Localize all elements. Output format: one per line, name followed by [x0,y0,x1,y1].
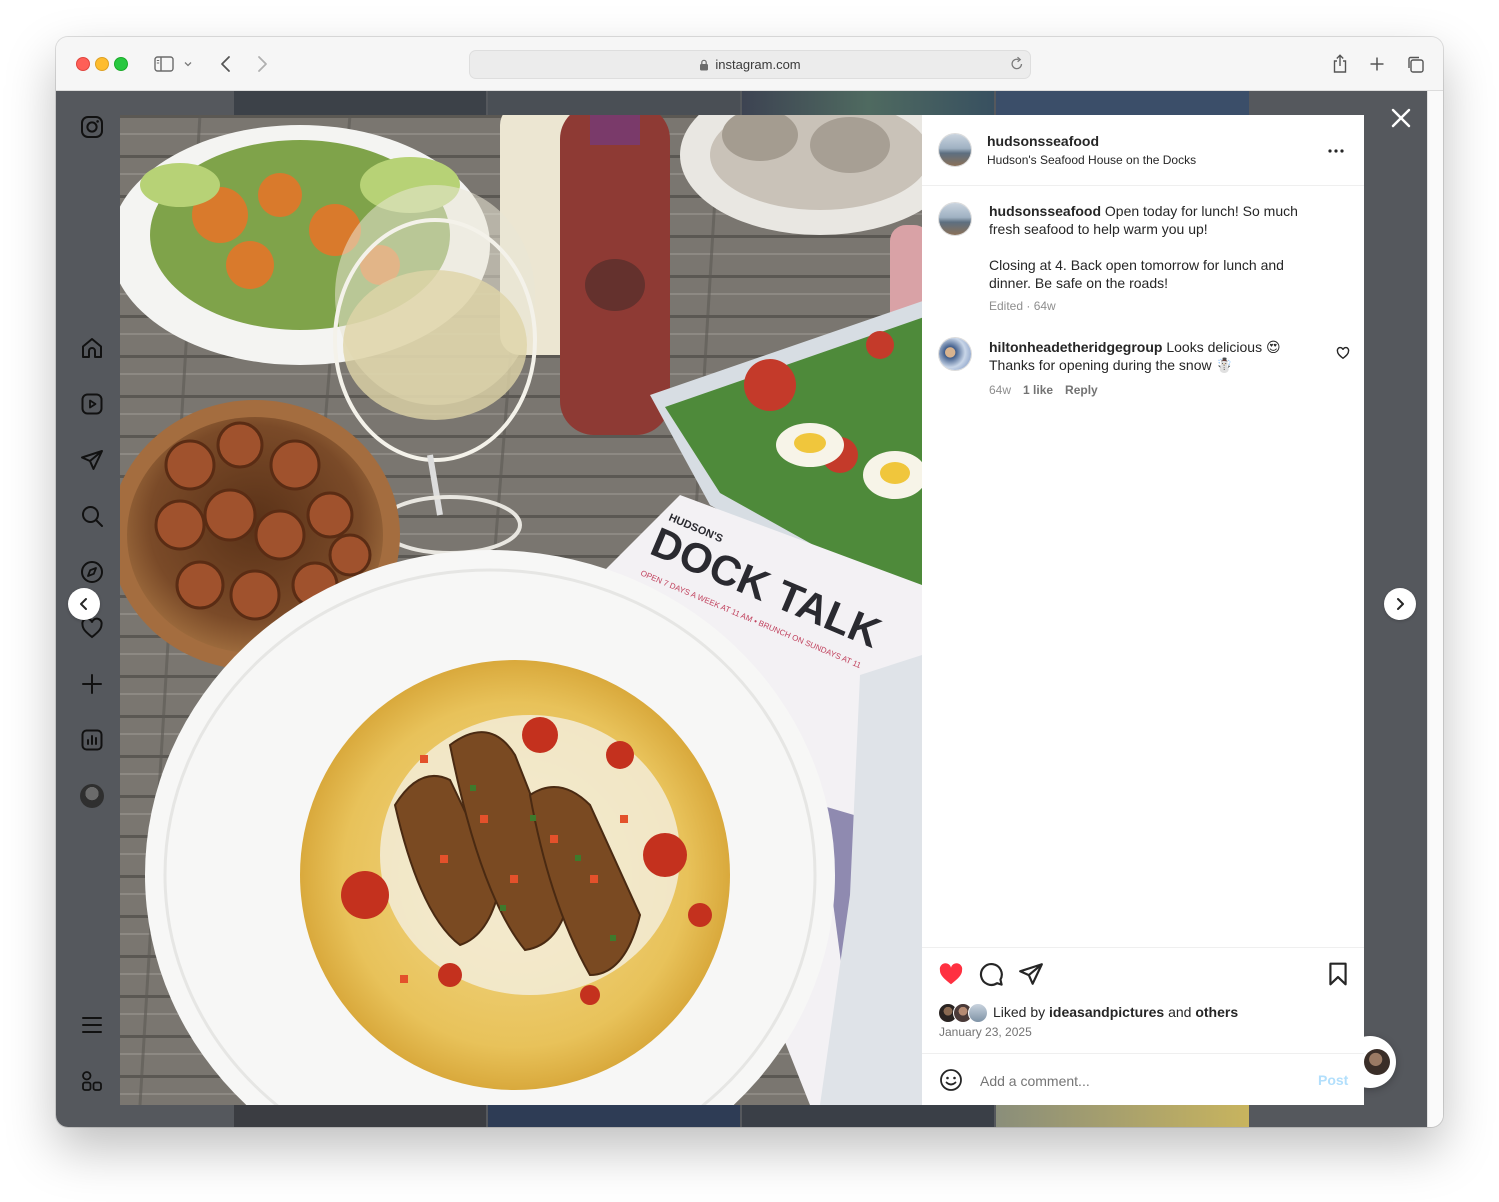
minimize-window-button[interactable] [95,57,109,71]
liked-by-prefix: Liked by [993,1004,1046,1020]
comment-text-line1: Looks delicious 😍 [1166,339,1281,355]
comment-age: 64w [989,383,1012,397]
post-header: hudsonsseafood Hudson's Seafood House on… [922,115,1364,186]
post-date[interactable]: January 23, 2025 [939,1025,1032,1039]
instagram-logo-icon[interactable] [79,114,105,140]
share-paper-plane-icon[interactable] [1018,961,1044,987]
caption-meta: Edited · 64w [989,299,1056,313]
liked-by-and: and [1168,1004,1192,1020]
emoji-icon[interactable] [939,1068,963,1092]
new-tab-icon[interactable] [1365,52,1389,76]
post-comment-button[interactable]: Post [1318,1072,1348,1088]
reload-icon[interactable] [1010,56,1024,71]
share-icon[interactable] [1328,52,1352,76]
instagram-page-overlay: DOCK TALK HUDSON'S OPEN 7 DAYS A WEEK AT… [56,91,1428,1127]
chevron-down-icon[interactable] [180,52,196,76]
add-comment-bar: Post [922,1053,1364,1106]
profile-avatar[interactable] [79,783,105,809]
reels-icon[interactable] [79,391,105,417]
author-username[interactable]: hudsonsseafood [987,133,1099,149]
caption-text-line1: Open today for lunch! So much [1104,203,1298,219]
comment-like-heart-icon[interactable] [1336,346,1350,360]
previous-post-button[interactable] [68,588,100,620]
chevron-right-icon [1397,598,1404,610]
zoom-window-button[interactable] [114,57,128,71]
grid-tile [488,91,740,115]
home-icon[interactable] [79,335,105,361]
caption-text-line4: dinner. Be safe on the roads! [989,275,1169,291]
post-actions: Liked by ideasandpictures and others Jan… [922,947,1364,1054]
meta-apps-icon[interactable] [79,1068,105,1094]
forward-icon[interactable] [250,52,274,76]
post-photo[interactable]: DOCK TALK HUDSON'S OPEN 7 DAYS A WEEK AT… [120,115,922,1105]
insights-icon[interactable] [79,727,105,753]
more-menu-icon[interactable] [79,1012,105,1038]
grid-tile [234,91,486,115]
commenter-avatar[interactable] [939,338,971,370]
browser-window: instagram.com DOCK TALK HUDSON'S OPEN 7 … [56,37,1443,1127]
explore-icon[interactable] [79,559,105,585]
create-icon[interactable] [79,671,105,697]
comment-likes[interactable]: 1 like [1023,383,1053,397]
messages-icon[interactable] [79,447,105,473]
grid-tile [488,1105,740,1127]
comment-icon[interactable] [978,961,1004,987]
browser-toolbar: instagram.com [56,37,1443,91]
chevron-left-icon [80,598,87,610]
caption-username[interactable]: hudsonsseafood [989,203,1101,219]
comment-text-line2: Thanks for opening during the snow ☃️ [989,357,1233,373]
address-bar[interactable]: instagram.com [469,50,1031,79]
post-location[interactable]: Hudson's Seafood House on the Docks [987,153,1196,167]
grid-tile [996,91,1249,115]
liked-by-text: Liked by ideasandpictures and others [993,1004,1238,1020]
liked-by-avatars[interactable] [938,1003,994,1023]
search-icon[interactable] [79,503,105,529]
close-modal-icon[interactable] [1390,107,1412,129]
grid-tile [996,1105,1249,1127]
author-avatar[interactable] [939,134,971,166]
save-bookmark-icon[interactable] [1325,961,1351,987]
comment-input[interactable] [978,1068,1302,1094]
grid-tile [742,1105,994,1127]
liked-by-others[interactable]: others [1195,1004,1238,1020]
next-post-button[interactable] [1384,588,1416,620]
page-scrollbar[interactable] [1427,91,1443,1127]
close-window-button[interactable] [76,57,90,71]
tab-overview-icon[interactable] [1403,52,1427,76]
caption-text-line2: fresh seafood to help warm you up! [989,221,1208,237]
url-text: instagram.com [715,57,801,72]
sidebar-toggle-icon[interactable] [152,52,176,76]
more-options-icon[interactable] [1326,141,1346,161]
comment-reply-button[interactable]: Reply [1065,383,1098,397]
grid-tile [742,91,994,115]
liked-by-user[interactable]: ideasandpictures [1049,1004,1164,1020]
commenter-username[interactable]: hiltonheadetheridgegroup [989,339,1162,355]
back-icon[interactable] [214,52,238,76]
caption-text-line3: Closing at 4. Back open tomorrow for lun… [989,257,1284,273]
grid-tile [234,1105,486,1127]
lock-icon [700,59,709,70]
post-details-panel: hudsonsseafood Hudson's Seafood House on… [922,115,1364,1105]
like-heart-icon[interactable] [938,961,964,987]
caption-author-avatar[interactable] [939,203,971,235]
food-photo-illustration: DOCK TALK HUDSON'S OPEN 7 DAYS A WEEK AT… [120,115,922,1105]
